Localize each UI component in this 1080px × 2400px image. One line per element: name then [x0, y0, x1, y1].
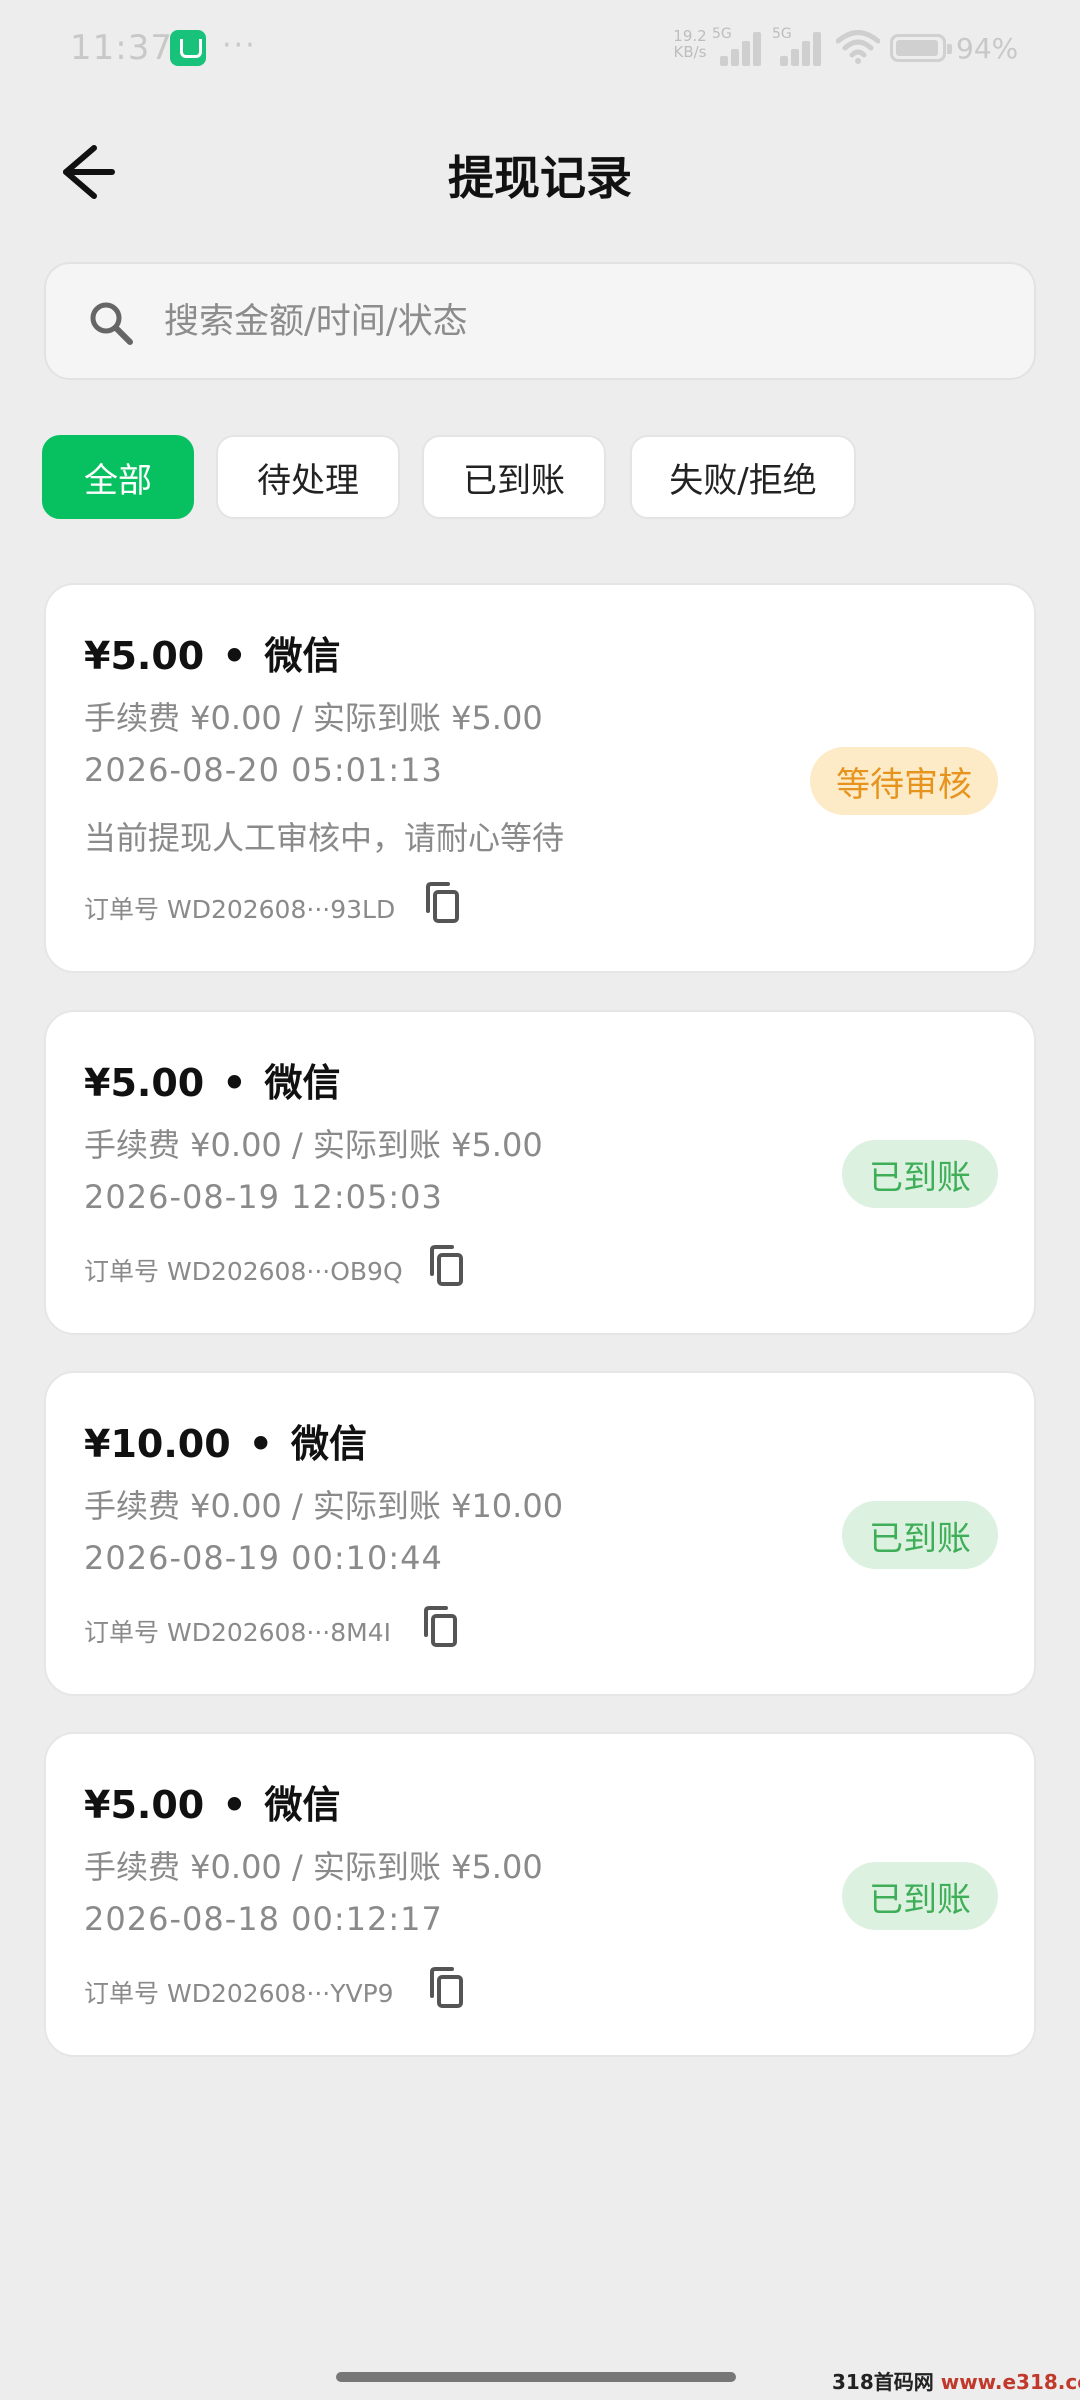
copy-icon[interactable]: [420, 1605, 460, 1649]
record-time: 2026-08-19 00:10:44: [84, 1539, 443, 1577]
record-amount-line: ¥5.00 • 微信: [84, 1052, 341, 1107]
record-amount: ¥5.00: [84, 634, 205, 678]
filter-tab-failed[interactable]: 失败/拒绝: [630, 435, 856, 519]
record-order: 订单号 WD202608···YVP9: [84, 1974, 394, 2010]
record-amount: ¥5.00: [84, 1783, 205, 1827]
record-time: 2026-08-18 00:12:17: [84, 1900, 443, 1938]
record-card[interactable]: ¥5.00 • 微信 手续费 ¥0.00 / 实际到账 ¥5.00 2026-08-…: [44, 1732, 1036, 2057]
status-time: 11:37: [70, 28, 173, 68]
watermark: 318首码网 www.e318.com: [832, 2370, 1080, 2394]
record-card[interactable]: ¥5.00 • 微信 手续费 ¥0.00 / 实际到账 ¥5.00 2026-08-…: [44, 1010, 1036, 1335]
search-icon: [90, 302, 133, 345]
copy-icon[interactable]: [422, 881, 462, 925]
record-channel: 微信: [264, 1061, 341, 1105]
order-number: WD202608···8M4I: [166, 1618, 391, 1647]
page-title: 提现记录: [448, 151, 632, 205]
header: 提现记录: [0, 120, 1080, 220]
record-order: 订单号 WD202608···8M4I: [84, 1613, 391, 1649]
record-card[interactable]: ¥5.00 • 微信 手续费 ¥0.00 / 实际到账 ¥5.00 2026-08-…: [44, 583, 1036, 973]
record-amount-line: ¥5.00 • 微信: [84, 1774, 341, 1829]
record-fee: 手续费 ¥0.00 / 实际到账 ¥5.00: [84, 699, 543, 737]
order-number: WD202608···93LD: [166, 895, 396, 924]
record-note: 当前提现人工审核中，请耐心等待: [84, 819, 565, 857]
record-amount-line: ¥5.00 • 微信: [84, 625, 341, 680]
battery-icon: [890, 34, 952, 62]
record-channel: 微信: [290, 1422, 367, 1466]
signal-icon: [720, 32, 770, 66]
app-notification-icon: [170, 30, 206, 66]
record-card[interactable]: ¥10.00 • 微信 手续费 ¥0.00 / 实际到账 ¥10.00 2026-0…: [44, 1371, 1036, 1696]
record-amount-line: ¥10.00 • 微信: [84, 1413, 367, 1468]
filter-tab-received[interactable]: 已到账: [422, 435, 606, 519]
status-bar: 11:37 ··· 19.2 KB/s 5G 5G 94%: [0, 0, 1080, 100]
separator-dot: •: [222, 1061, 247, 1105]
filter-tab-pending[interactable]: 待处理: [216, 435, 400, 519]
separator-dot: •: [248, 1422, 273, 1466]
record-time: 2026-08-20 05:01:13: [84, 751, 443, 789]
record-amount: ¥5.00: [84, 1061, 205, 1105]
signal-icon-2: [780, 32, 830, 66]
order-label: 订单号: [84, 895, 160, 924]
status-badge: 等待审核: [810, 747, 998, 815]
record-channel: 微信: [264, 1783, 341, 1827]
separator-dot: •: [222, 1783, 247, 1827]
status-badge: 已到账: [842, 1862, 998, 1930]
record-channel: 微信: [264, 634, 341, 678]
order-number: WD202608···YVP9: [166, 1979, 394, 2008]
record-time: 2026-08-19 12:05:03: [84, 1178, 443, 1216]
status-badge: 已到账: [842, 1501, 998, 1569]
copy-icon[interactable]: [426, 1244, 466, 1288]
network-speed: 19.2 KB/s: [673, 27, 707, 61]
record-order: 订单号 WD202608···93LD: [84, 890, 395, 926]
status-badge: 已到账: [842, 1140, 998, 1208]
record-fee: 手续费 ¥0.00 / 实际到账 ¥5.00: [84, 1848, 543, 1886]
order-label: 订单号: [84, 1257, 160, 1286]
order-label: 订单号: [84, 1618, 160, 1647]
copy-icon[interactable]: [426, 1966, 466, 2010]
more-notifications-icon: ···: [222, 28, 257, 63]
record-fee: 手续费 ¥0.00 / 实际到账 ¥5.00: [84, 1126, 543, 1164]
withdraw-records-screen: 11:37 ··· 19.2 KB/s 5G 5G 94% 提现记录 搜索金额/…: [0, 0, 1080, 2400]
record-fee: 手续费 ¥0.00 / 实际到账 ¥10.00: [84, 1487, 564, 1525]
order-label: 订单号: [84, 1979, 160, 2008]
home-indicator[interactable]: [336, 2372, 736, 2382]
record-order: 订单号 WD202608···OB9Q: [84, 1252, 403, 1288]
separator-dot: •: [222, 634, 247, 678]
search-input[interactable]: [164, 288, 984, 356]
battery-percent: 94%: [956, 32, 1019, 65]
wifi-icon: [836, 30, 880, 64]
filter-tab-all[interactable]: 全部: [42, 435, 194, 519]
search-box[interactable]: [44, 262, 1036, 380]
record-amount: ¥10.00: [84, 1422, 231, 1466]
order-number: WD202608···OB9Q: [166, 1257, 403, 1286]
